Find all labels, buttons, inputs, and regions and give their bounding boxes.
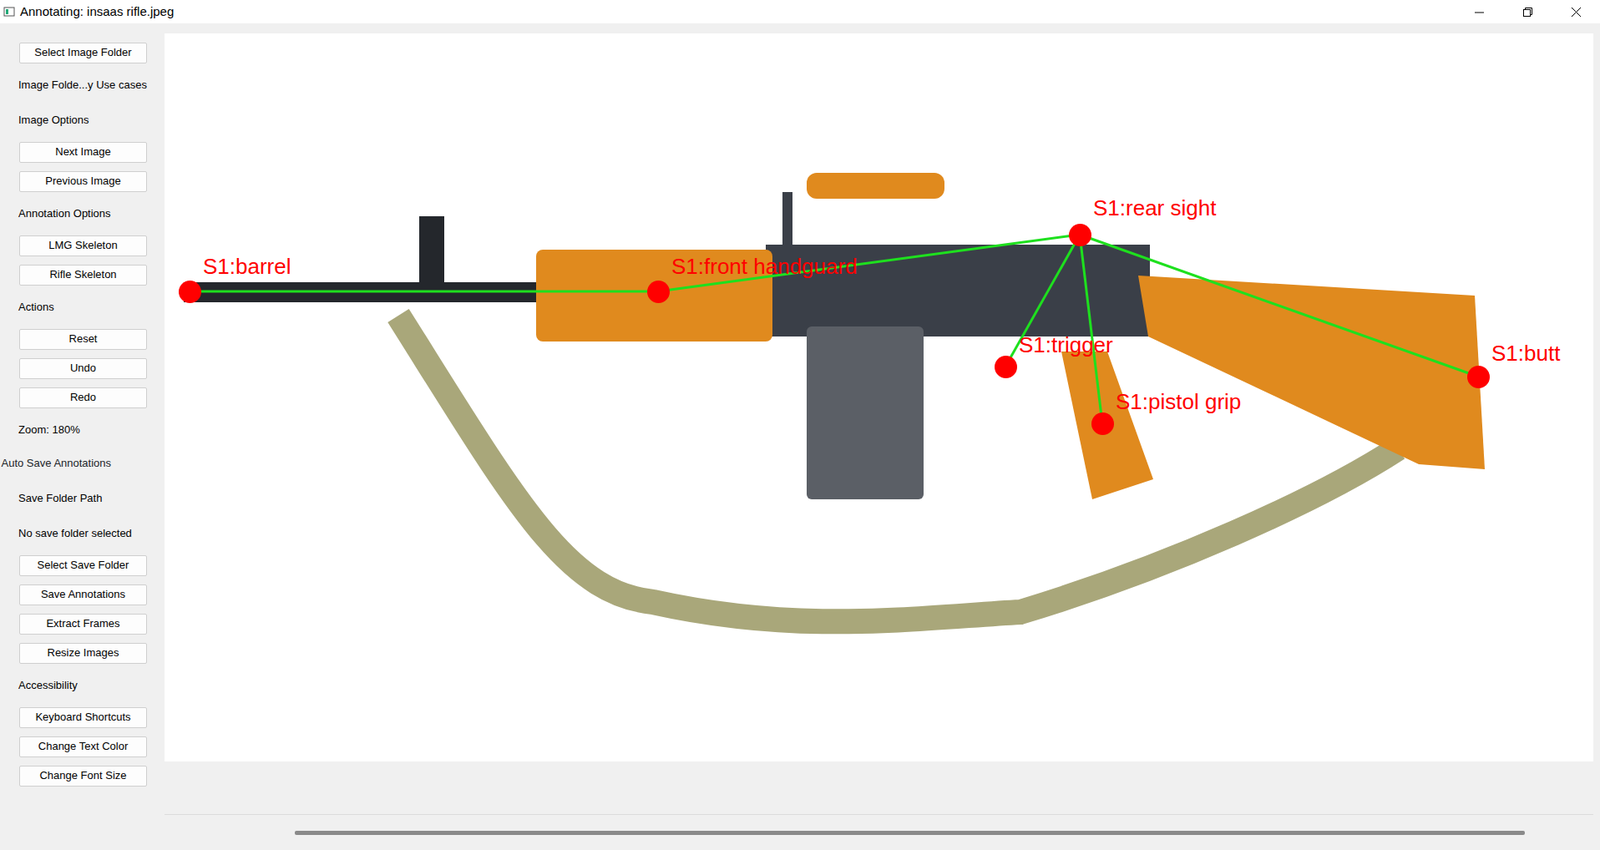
keypoint-label: S1:rear sight [1093, 196, 1216, 222]
sidebar-button[interactable]: Change Text Color [19, 736, 147, 758]
sidebar-button[interactable]: Next Image [19, 141, 147, 163]
keypoint[interactable] [647, 280, 670, 304]
skeleton-edge [658, 234, 1080, 292]
sidebar: Select Image Folder Image Folde...y Use c… [0, 23, 164, 850]
keypoint-label: S1:barrel [202, 254, 292, 280]
sidebar-button[interactable]: Rifle Skeleton [19, 264, 147, 286]
label-text: Actions [18, 298, 55, 316]
sidebar-label: Actions [0, 289, 164, 325]
sidebar-label: Image Options [0, 102, 164, 138]
button-row: Select Save Folder [0, 551, 164, 581]
button-row: Redo [0, 383, 164, 413]
sidebar-label: Save Folder Path [0, 481, 164, 517]
button-row: Undo [0, 354, 164, 384]
keypoint-label: S1:pistol grip [1115, 389, 1241, 416]
label-text: Save Folder Path [18, 490, 102, 507]
keypoint[interactable] [994, 355, 1018, 379]
button-row: Select Image Folder [0, 38, 164, 68]
workspace: S1:barrel S1:front handguard S1:rear sight… [163, 23, 1600, 850]
sidebar-label: Accessibility [0, 668, 164, 704]
skeleton-edge [1079, 234, 1103, 424]
image-canvas[interactable]: S1:barrel S1:front handguard S1:rear sight… [164, 33, 1594, 762]
sidebar-button[interactable]: Keyboard Shortcuts [19, 707, 147, 729]
keypoint[interactable] [1068, 223, 1092, 247]
checkbox-row: Auto Save Annotations [0, 447, 164, 480]
button-row: Keyboard Shortcuts [0, 703, 164, 733]
rifle-photo [164, 33, 1594, 762]
button-row: Change Text Color [0, 732, 164, 762]
sidebar-button[interactable]: Select Save Folder [19, 555, 147, 577]
skeleton-edge [1079, 234, 1479, 377]
label-text: Accessibility [18, 677, 78, 694]
keypoint-label: S1:trigger [1018, 333, 1114, 359]
button-row: Rifle Skeleton [0, 260, 164, 290]
label-text: Image Folde...y Use cases [18, 76, 147, 94]
sidebar-button[interactable]: Resize Images [19, 643, 147, 664]
window-title: Annotating: insaas rifle.jpeg [20, 2, 174, 22]
keypoint[interactable] [1467, 365, 1490, 389]
sidebar-button[interactable]: Reset [19, 329, 147, 350]
label-text: Annotation Options [18, 205, 112, 223]
sidebar-button[interactable]: Extract Frames [19, 613, 147, 635]
keypoint[interactable] [178, 280, 202, 304]
close-icon[interactable] [1551, 0, 1600, 24]
sidebar-button[interactable]: Redo [19, 387, 147, 409]
label-text: Image Options [18, 111, 90, 129]
button-row: Next Image [0, 137, 164, 168]
scrollbar-thumb[interactable] [294, 830, 1525, 836]
sidebar-label: Zoom: 180% [0, 412, 164, 448]
minimize-icon[interactable] [1454, 0, 1504, 24]
checkbox-label[interactable]: Auto Save Annotations [1, 455, 112, 472]
sidebar-button[interactable]: Save Annotations [19, 584, 147, 606]
sidebar-label: No save folder selected [0, 516, 164, 552]
keypoint-label: S1:front handguard [671, 254, 858, 280]
sidebar-button[interactable]: Undo [19, 358, 147, 380]
keypoint[interactable] [1091, 412, 1114, 436]
button-row: Reset [0, 324, 164, 355]
button-row: Extract Frames [0, 609, 164, 639]
sidebar-label: Annotation Options [0, 196, 164, 232]
button-row: Change Font Size [0, 761, 164, 791]
button-row: LMG Skeleton [0, 231, 164, 261]
skeleton-lines [164, 33, 1594, 762]
keypoint-label: S1:butt [1491, 341, 1560, 367]
sidebar-button[interactable]: Change Font Size [19, 765, 147, 787]
title-bar: Annotating: insaas rifle.jpeg [0, 0, 1600, 24]
sidebar-button[interactable]: Previous Image [19, 171, 147, 193]
app-icon [3, 5, 16, 18]
sidebar-button[interactable]: LMG Skeleton [19, 235, 147, 257]
sidebar-button[interactable]: Select Image Folder [19, 42, 147, 64]
button-row: Save Annotations [0, 580, 164, 610]
button-row: Previous Image [0, 167, 164, 197]
restore-icon[interactable] [1503, 0, 1552, 24]
label-text: Zoom: 180% [18, 421, 81, 439]
scroll-track [164, 814, 1594, 816]
skeleton-edge [189, 290, 659, 294]
sidebar-label: Image Folde...y Use cases [0, 67, 164, 103]
label-text: No save folder selected [18, 525, 132, 542]
button-row: Resize Images [0, 638, 164, 669]
